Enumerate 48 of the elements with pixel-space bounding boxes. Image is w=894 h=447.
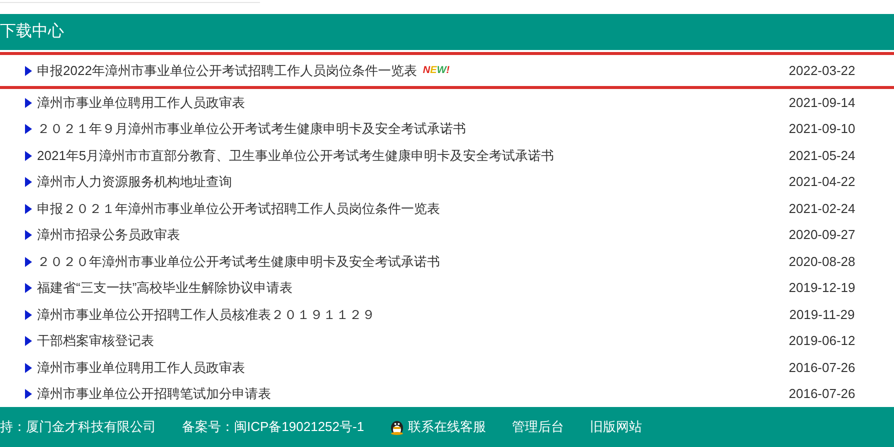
triangle-icon <box>25 204 32 214</box>
download-link[interactable]: 漳州市事业单位聘用工作人员政审表 <box>37 92 245 112</box>
highlighted-row[interactable]: 申报2022年漳州市事业单位公开考试招聘工作人员岗位条件一览表 NEW! 2022-03-22 <box>0 52 894 90</box>
download-link[interactable]: 漳州市事业单位公开招聘工作人员核准表２０１９１１２９ <box>37 304 375 324</box>
date-text: 2021-04-22 <box>788 173 856 192</box>
triangle-icon <box>25 336 32 346</box>
triangle-icon <box>25 389 32 400</box>
date-text: 2019-11-29 <box>788 306 856 324</box>
download-link[interactable]: 漳州市事业单位公开招聘笔试加分申请表 <box>37 384 271 404</box>
date-text: 2021-09-10 <box>788 120 856 138</box>
date-text: 2019-12-19 <box>788 279 856 298</box>
icp-text: 备案号：闽ICP备19021252号-1 <box>182 418 364 436</box>
date-text: 2019-06-12 <box>788 332 856 350</box>
section-title: 下载中心 <box>0 22 64 42</box>
date-text: 2021-09-14 <box>788 94 856 112</box>
triangle-icon <box>25 66 32 76</box>
triangle-icon <box>25 177 32 188</box>
footer-link[interactable]: 管理后台 <box>512 417 564 437</box>
date-text: 2016-07-26 <box>788 385 856 404</box>
triangle-icon <box>25 362 32 373</box>
triangle-icon <box>25 283 32 294</box>
download-link[interactable]: 2021年5月漳州市市直部分教育、卫生事业单位公开考试考生健康申明卡及安全考试承诺书 <box>37 146 554 166</box>
date-text: 2021-02-24 <box>788 200 856 218</box>
date-text: 2016-07-26 <box>788 358 856 377</box>
date-text: 2020-08-28 <box>788 252 856 271</box>
download-link[interactable]: ２０２１年９月漳州市事业单位公开考试考生健康申明卡及安全考试承诺书 <box>37 119 466 139</box>
triangle-icon <box>25 230 32 240</box>
download-link[interactable]: 福建省“三支一扶”高校毕业生解除协议申请表 <box>37 278 293 298</box>
download-link[interactable]: ２０２０年漳州市事业单位公开考试考生健康申明卡及安全考试承诺书 <box>37 252 440 272</box>
date-text: 2022-03-22 <box>788 62 856 80</box>
footer-link[interactable]: 联系在线客服 <box>408 417 486 437</box>
support-text: 持：厦门金才科技有限公司 <box>0 418 156 436</box>
triangle-icon <box>25 124 32 134</box>
download-link[interactable]: 漳州市事业单位聘用工作人员政审表 <box>37 358 245 378</box>
download-link[interactable]: 申报２０２１年漳州市事业单位公开考试招聘工作人员岗位条件一览表 <box>37 198 440 218</box>
download-link[interactable]: 干部档案审核登记表 <box>37 331 154 351</box>
triangle-icon <box>25 310 32 320</box>
penguin-icon <box>390 419 404 436</box>
date-text: 2021-05-24 <box>788 146 856 165</box>
triangle-icon <box>25 256 32 267</box>
triangle-icon <box>25 98 32 108</box>
footer-link[interactable]: 旧版网站 <box>590 417 642 437</box>
triangle-icon <box>25 150 32 161</box>
download-link[interactable]: 申报2022年漳州市事业单位公开考试招聘工作人员岗位条件一览表 <box>37 61 417 81</box>
new-label: NEW! <box>422 64 450 78</box>
download-link[interactable]: 漳州市人力资源服务机构地址查询 <box>37 172 232 192</box>
date-text: 2020-09-27 <box>788 226 856 244</box>
download-link[interactable]: 漳州市招录公务员政审表 <box>37 225 180 245</box>
